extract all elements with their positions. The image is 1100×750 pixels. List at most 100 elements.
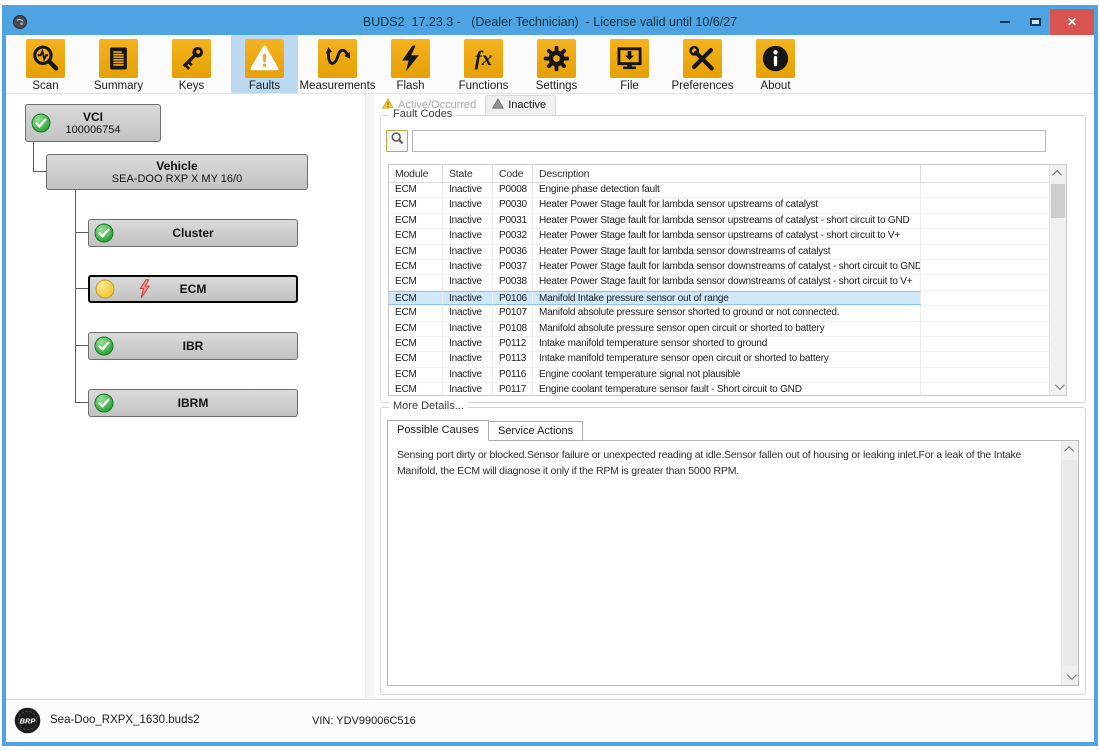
close-button[interactable]: ✕ bbox=[1050, 9, 1094, 35]
column-header-module[interactable]: Module bbox=[389, 165, 443, 182]
tab-possible-causes[interactable]: Possible Causes bbox=[387, 420, 489, 441]
cell: Heater Power Stage fault for lambda sens… bbox=[533, 275, 921, 289]
fault-row-p0108[interactable]: ECMInactiveP0108Manifold absolute pressu… bbox=[389, 322, 1049, 337]
scroll-down-arrow[interactable] bbox=[1062, 668, 1078, 685]
fault-row-p0032[interactable]: ECMInactiveP0032Heater Power Stage fault… bbox=[389, 229, 1049, 244]
toolbar: ScanSummaryKeysFaultsMeasurementsFlashfx… bbox=[6, 35, 1094, 94]
toolbar-item-keys[interactable]: Keys bbox=[158, 35, 225, 93]
possible-causes-text: Sensing port dirty or blocked.Sensor fai… bbox=[388, 441, 1058, 685]
fault-row-p0037[interactable]: ECMInactiveP0037Heater Power Stage fault… bbox=[389, 260, 1049, 275]
cell: Inactive bbox=[443, 245, 493, 259]
settings-icon bbox=[537, 39, 576, 78]
fault-row-cells: ECMInactiveP0112Intake manifold temperat… bbox=[389, 337, 921, 351]
fault-row-p0107[interactable]: ECMInactiveP0107Manifold absolute pressu… bbox=[389, 306, 1049, 321]
fault-row-p0038[interactable]: ECMInactiveP0038Heater Power Stage fault… bbox=[389, 275, 1049, 290]
fault-row-p0116[interactable]: ECMInactiveP0116Engine coolant temperatu… bbox=[389, 368, 1049, 383]
toolbar-item-faults[interactable]: Faults bbox=[231, 35, 298, 93]
module-label: ECM bbox=[180, 282, 207, 296]
toolbar-item-settings[interactable]: Settings bbox=[523, 35, 590, 93]
search-icon bbox=[390, 131, 405, 151]
toolbar-item-label: Functions bbox=[459, 80, 509, 92]
toolbar-item-scan[interactable]: Scan bbox=[12, 35, 79, 93]
preferences-icon bbox=[683, 39, 722, 78]
fault-row-p0030[interactable]: ECMInactiveP0030Heater Power Stage fault… bbox=[389, 198, 1049, 213]
cell: Heater Power Stage fault for lambda sens… bbox=[533, 245, 921, 259]
cell: Inactive bbox=[443, 260, 493, 274]
table-header: Module State Code Description bbox=[389, 165, 1049, 183]
cell: ECM bbox=[389, 322, 443, 336]
tree-node-vci[interactable]: VCI 100006754 bbox=[25, 104, 161, 142]
cell: ECM bbox=[389, 368, 443, 382]
app-window: BUDS2 17.23.3 - (Dealer Technician) - Li… bbox=[2, 5, 1098, 746]
toolbar-item-about[interactable]: About bbox=[742, 35, 809, 93]
table-body: ECMInactiveP0008Engine phase detection f… bbox=[389, 183, 1049, 395]
details-tabs: Possible Causes Service Actions bbox=[387, 420, 583, 441]
toolbar-item-label: File bbox=[620, 80, 639, 92]
cell: P0116 bbox=[493, 368, 533, 382]
tree-node-vehicle[interactable]: Vehicle SEA-DOO RXP X MY 16/0 bbox=[46, 154, 308, 190]
cell: ECM bbox=[389, 292, 443, 304]
cell: P0037 bbox=[493, 260, 533, 274]
flash-icon bbox=[391, 39, 430, 78]
column-header-code[interactable]: Code bbox=[493, 165, 533, 182]
main-area: VCI 100006754 Vehicle SEA-DOO RXP X MY 1… bbox=[6, 94, 1094, 699]
toolbar-item-summary[interactable]: Summary bbox=[85, 35, 152, 93]
tree-connector bbox=[75, 190, 76, 403]
cell: P0107 bbox=[493, 306, 533, 320]
scroll-up-arrow[interactable] bbox=[1062, 441, 1078, 458]
toolbar-item-preferences[interactable]: Preferences bbox=[669, 35, 736, 93]
fault-row-p0008[interactable]: ECMInactiveP0008Engine phase detection f… bbox=[389, 183, 1049, 198]
vehicle-title: Vehicle bbox=[112, 159, 242, 173]
tree-node-ibrm[interactable]: IBRM bbox=[88, 389, 298, 417]
cell: Manifold absolute pressure sensor shorte… bbox=[533, 306, 921, 320]
table-scrollbar[interactable] bbox=[1049, 165, 1066, 395]
tree-node-ibr[interactable]: IBR bbox=[88, 332, 298, 360]
file-icon bbox=[610, 39, 649, 78]
close-icon: ✕ bbox=[1067, 15, 1077, 29]
cell: Heater Power Stage fault for lambda sens… bbox=[533, 229, 921, 243]
cell: Inactive bbox=[443, 337, 493, 351]
toolbar-item-flash[interactable]: Flash bbox=[377, 35, 444, 93]
tree-scrollbar[interactable] bbox=[365, 94, 374, 699]
cell: P0032 bbox=[493, 229, 533, 243]
vci-serial: 100006754 bbox=[65, 124, 120, 137]
fault-row-p0117[interactable]: ECMInactiveP0117Engine coolant temperatu… bbox=[389, 383, 1049, 395]
cell: Inactive bbox=[443, 322, 493, 336]
scrollbar-thumb[interactable] bbox=[1051, 184, 1065, 218]
scrollbar-thumb[interactable] bbox=[1063, 460, 1077, 666]
toolbar-item-functions[interactable]: fxFunctions bbox=[450, 35, 517, 93]
app-icon[interactable] bbox=[12, 14, 28, 30]
cell: P0106 bbox=[493, 292, 533, 304]
tab-inactive[interactable]: Inactive bbox=[485, 95, 556, 115]
tab-service-actions[interactable]: Service Actions bbox=[488, 421, 583, 441]
fault-row-p0036[interactable]: ECMInactiveP0036Heater Power Stage fault… bbox=[389, 245, 1049, 260]
fault-row-p0031[interactable]: ECMInactiveP0031Heater Power Stage fault… bbox=[389, 214, 1049, 229]
statusbar: BRP Sea-Doo_RXPX_1630.buds2 VIN: YDV9900… bbox=[6, 699, 1094, 742]
titlebar: BUDS2 17.23.3 - (Dealer Technician) - Li… bbox=[6, 9, 1094, 35]
cell: ECM bbox=[389, 306, 443, 320]
column-header-state[interactable]: State bbox=[443, 165, 493, 182]
fault-row-p0113[interactable]: ECMInactiveP0113Intake manifold temperat… bbox=[389, 352, 1049, 367]
maximize-button[interactable] bbox=[1020, 9, 1050, 35]
cell: P0036 bbox=[493, 245, 533, 259]
cell: P0030 bbox=[493, 198, 533, 212]
device-tree-panel: VCI 100006754 Vehicle SEA-DOO RXP X MY 1… bbox=[6, 94, 374, 699]
fault-row-p0106[interactable]: ECMInactiveP0106Manifold Intake pressure… bbox=[389, 291, 1049, 306]
tree-node-cluster[interactable]: Cluster bbox=[88, 219, 298, 247]
minimize-button[interactable] bbox=[990, 9, 1020, 35]
fault-search-input[interactable] bbox=[412, 130, 1046, 152]
cell: ECM bbox=[389, 198, 443, 212]
details-scrollbar[interactable] bbox=[1061, 441, 1078, 685]
column-header-description[interactable]: Description bbox=[533, 165, 921, 182]
scroll-down-arrow[interactable] bbox=[1050, 378, 1066, 395]
tree-connector bbox=[75, 232, 88, 233]
toolbar-item-file[interactable]: File bbox=[596, 35, 663, 93]
toolbar-item-measurements[interactable]: Measurements bbox=[304, 35, 371, 93]
module-label: IBRM bbox=[178, 396, 209, 410]
tree-node-ecm[interactable]: ECM bbox=[88, 275, 298, 303]
toolbar-item-label: Measurements bbox=[299, 80, 375, 92]
scroll-up-arrow[interactable] bbox=[1050, 165, 1066, 182]
search-button[interactable] bbox=[386, 130, 408, 152]
fault-row-p0112[interactable]: ECMInactiveP0112Intake manifold temperat… bbox=[389, 337, 1049, 352]
toolbar-item-label: Settings bbox=[536, 80, 578, 92]
